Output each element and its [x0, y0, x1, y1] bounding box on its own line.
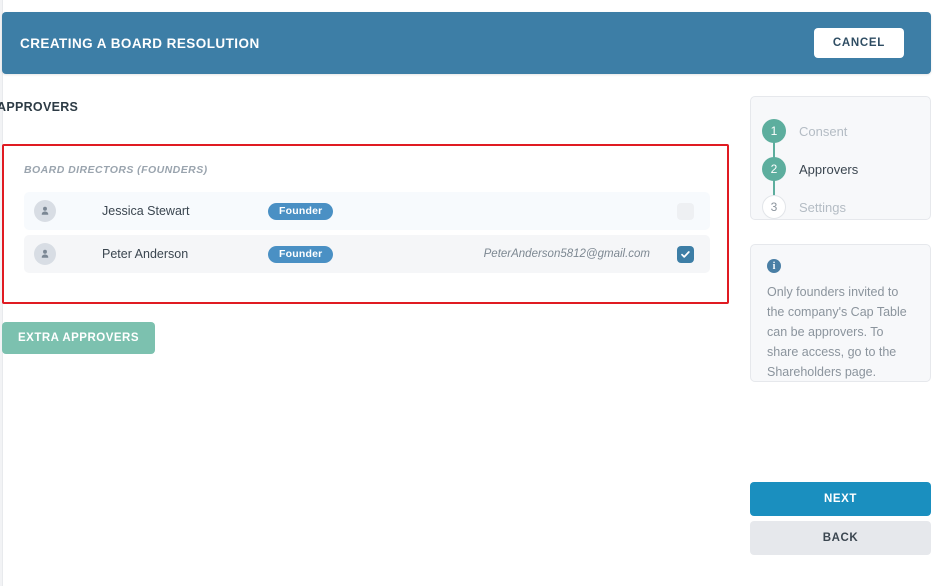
step-label: Settings	[799, 199, 846, 215]
board-directors-group-label: BOARD DIRECTORS (FOUNDERS)	[24, 164, 208, 176]
status-badge: Founder	[268, 245, 334, 263]
step-label: Approvers	[799, 161, 859, 177]
table-row[interactable]: Jessica Stewart Founder	[24, 192, 710, 230]
extra-approvers-button[interactable]: EXTRA APPROVERS	[2, 322, 156, 354]
page-header: CREATING A BOARD RESOLUTION CANCEL	[2, 12, 931, 74]
approver-email: PeterAnderson5812@gmail.com	[483, 248, 650, 260]
cancel-button[interactable]: CANCEL	[813, 28, 904, 58]
step-label: Consent	[799, 123, 848, 139]
step-number-badge: 1	[762, 119, 786, 143]
step-number-badge: 2	[762, 157, 786, 181]
page-root: CREATING A BOARD RESOLUTION CANCEL APPRO…	[0, 0, 939, 586]
person-avatar-icon	[34, 200, 56, 222]
back-button[interactable]: BACK	[750, 521, 931, 555]
wizard-stepper: 1 Consent 2 Approvers 3 Settings	[750, 96, 931, 220]
approver-name: Jessica Stewart	[102, 204, 190, 218]
next-button[interactable]: NEXT	[750, 482, 931, 516]
step-connector	[773, 142, 775, 158]
step-item-consent[interactable]: 1 Consent	[762, 112, 930, 158]
approver-checkbox[interactable]	[677, 202, 694, 220]
status-badge: Founder	[268, 202, 334, 220]
step-item-approvers[interactable]: 2 Approvers	[762, 150, 930, 196]
table-row[interactable]: Peter Anderson Founder PeterAnderson5812…	[24, 235, 710, 273]
approvers-highlight-box: BOARD DIRECTORS (FOUNDERS) Jessica Stewa…	[2, 144, 729, 304]
info-icon: i	[767, 259, 781, 273]
approver-name: Peter Anderson	[102, 247, 189, 261]
step-number-badge: 3	[762, 195, 786, 219]
approver-checkbox[interactable]	[677, 245, 694, 263]
step-item-settings[interactable]: 3 Settings	[762, 188, 930, 226]
step-connector	[773, 180, 775, 196]
info-card-text: Only founders invited to the company's C…	[767, 285, 907, 379]
person-avatar-icon	[34, 243, 56, 265]
approvers-section-title: APPROVERS	[0, 100, 79, 114]
page-title: CREATING A BOARD RESOLUTION	[20, 35, 260, 51]
approvers-list: BOARD DIRECTORS (FOUNDERS) Jessica Stewa…	[24, 164, 710, 273]
info-card: i Only founders invited to the company's…	[750, 244, 931, 382]
